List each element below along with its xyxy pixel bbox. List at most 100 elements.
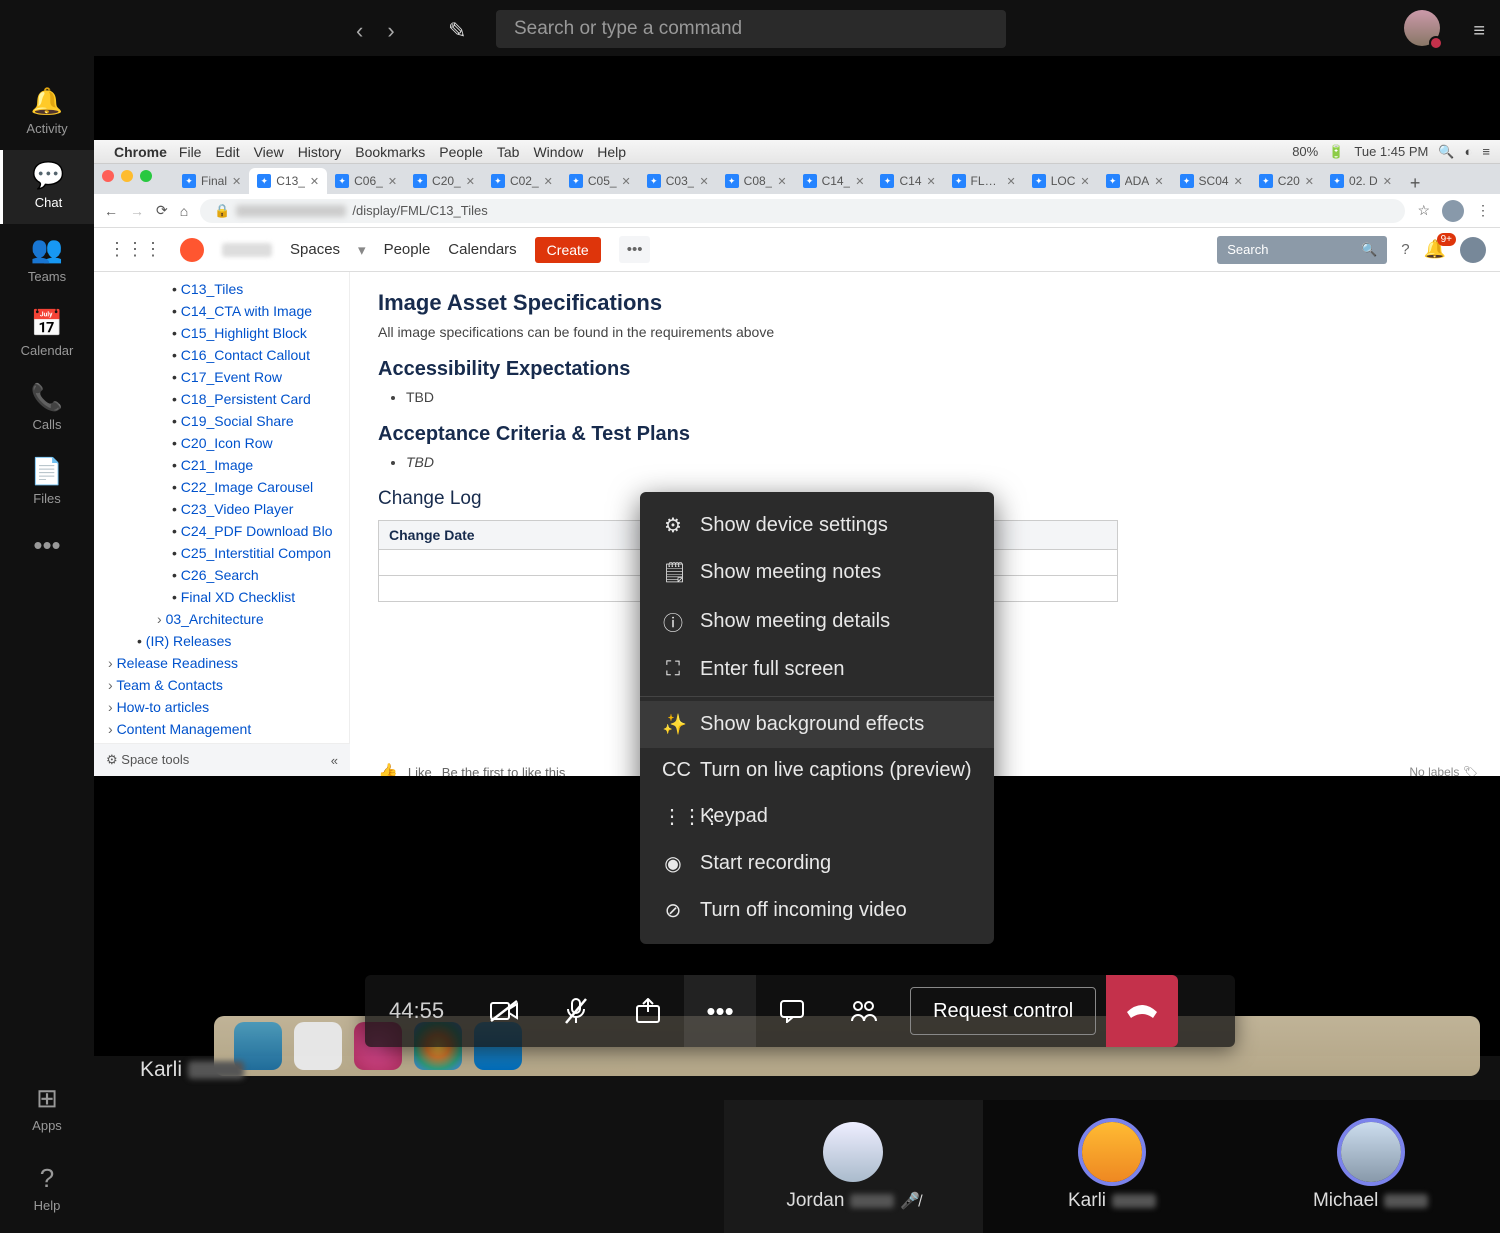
rail-apps[interactable]: ⊞Apps — [0, 1073, 94, 1153]
close-tab-icon[interactable]: ✕ — [1383, 175, 1392, 188]
siri-icon[interactable]: ◐ — [1465, 144, 1473, 159]
forward-button[interactable]: › — [387, 18, 394, 44]
chrome-forward[interactable]: → — [130, 203, 144, 219]
rail-chat[interactable]: 💬Chat — [0, 150, 94, 224]
tree-page[interactable]: C25_Interstitial Compon — [102, 542, 341, 564]
address-bar[interactable]: 🔒 /display/FML/C13_Tiles — [200, 199, 1405, 223]
tree-section[interactable]: Content Management — [102, 718, 341, 740]
close-tab-icon[interactable]: ✕ — [310, 175, 319, 188]
nav-people[interactable]: People — [384, 241, 431, 258]
conf-avatar[interactable] — [1460, 237, 1486, 263]
browser-tab[interactable]: ✦02. D✕ — [1322, 168, 1400, 194]
rail-help[interactable]: ?Help — [0, 1153, 94, 1233]
menu-icon[interactable]: ≡ — [1473, 20, 1485, 43]
menu-item[interactable]: 🗒Show meeting notes — [640, 549, 994, 596]
more-actions-button[interactable]: ••• — [684, 975, 756, 1047]
tree-section[interactable]: Team & Contacts — [102, 674, 341, 696]
close-tab-icon[interactable]: ✕ — [388, 175, 397, 188]
browser-tab[interactable]: ✦C20_✕ — [405, 168, 483, 194]
participant-tile[interactable]: Michael — [1241, 1100, 1500, 1233]
browser-tab[interactable]: ✦Final✕ — [174, 168, 249, 194]
camera-toggle[interactable] — [468, 975, 540, 1047]
close-tab-icon[interactable]: ✕ — [1080, 175, 1089, 188]
menu-item[interactable]: ⓘShow meeting details — [640, 596, 994, 647]
browser-tab[interactable]: ✦FLAG✕ — [944, 168, 1024, 194]
browser-tab[interactable]: ✦SC04✕ — [1172, 168, 1251, 194]
tree-page[interactable]: C16_Contact Callout — [102, 344, 341, 366]
notif-badge[interactable]: 🔔9+ — [1424, 239, 1446, 260]
chrome-reload[interactable]: ⟳ — [156, 202, 168, 219]
menu-help[interactable]: Help — [597, 144, 626, 160]
app-switcher-icon[interactable]: ⋮⋮⋮ — [108, 239, 162, 260]
rail-activity[interactable]: 🔔Activity — [0, 76, 94, 150]
close-tab-icon[interactable]: ✕ — [1154, 175, 1163, 188]
space-tools[interactable]: ⚙ Space tools « — [94, 743, 350, 776]
share-button[interactable] — [612, 975, 684, 1047]
participant-tile[interactable]: Jordan🎤̸ — [724, 1100, 983, 1233]
menu-item[interactable]: ◉Start recording — [640, 840, 994, 887]
rail-teams[interactable]: 👥Teams — [0, 224, 94, 298]
browser-tab[interactable]: ✦C06_✕ — [327, 168, 405, 194]
close-tab-icon[interactable]: ✕ — [1007, 175, 1016, 188]
chrome-window-controls[interactable] — [102, 170, 152, 182]
close-tab-icon[interactable]: ✕ — [855, 175, 864, 188]
tree-arch[interactable]: 03_Architecture — [102, 608, 341, 630]
tree-page[interactable]: C20_Icon Row — [102, 432, 341, 454]
menu-bookmarks[interactable]: Bookmarks — [355, 144, 425, 160]
menu-view[interactable]: View — [254, 144, 284, 160]
tree-page[interactable]: C15_Highlight Block — [102, 322, 341, 344]
space-logo[interactable] — [180, 238, 204, 262]
browser-tab[interactable]: ✦C13_✕ — [249, 168, 327, 194]
tree-page[interactable]: C23_Video Player — [102, 498, 341, 520]
menu-item[interactable]: ⛶Enter full screen — [640, 647, 994, 692]
menu-item[interactable]: ⊘Turn off incoming video — [640, 887, 994, 934]
tree-page[interactable]: C21_Image — [102, 454, 341, 476]
rail-more[interactable]: ••• — [0, 520, 94, 579]
tree-page[interactable]: C26_Search — [102, 564, 341, 586]
browser-tab[interactable]: ✦LOC✕ — [1024, 168, 1098, 194]
tree-page[interactable]: C13_Tiles — [102, 278, 341, 300]
nav-spaces[interactable]: Spaces — [290, 241, 340, 258]
participants-button[interactable] — [828, 975, 900, 1047]
close-tab-icon[interactable]: ✕ — [544, 175, 553, 188]
page-tree[interactable]: C13_TilesC14_CTA with ImageC15_Highlight… — [94, 272, 350, 776]
like-button[interactable]: Like — [408, 765, 432, 777]
browser-tab[interactable]: ✦C02_✕ — [483, 168, 561, 194]
menu-item[interactable]: ⋮⋮⋮Keypad — [640, 793, 994, 840]
tree-page[interactable]: C24_PDF Download Blo — [102, 520, 341, 542]
new-tab-button[interactable]: + — [1400, 173, 1431, 194]
create-more[interactable]: ••• — [619, 236, 651, 263]
spotlight-icon[interactable]: 🔍 — [1438, 144, 1454, 160]
rail-calendar[interactable]: 📅Calendar — [0, 298, 94, 372]
hangup-button[interactable] — [1106, 975, 1178, 1047]
menu-tab[interactable]: Tab — [497, 144, 520, 160]
back-button[interactable]: ‹ — [356, 18, 363, 44]
menu-window[interactable]: Window — [533, 144, 583, 160]
request-control-button[interactable]: Request control — [910, 987, 1096, 1035]
rail-files[interactable]: 📄Files — [0, 446, 94, 520]
tree-page[interactable]: C19_Social Share — [102, 410, 341, 432]
browser-tab[interactable]: ✦ADA✕ — [1098, 168, 1172, 194]
chrome-back[interactable]: ← — [104, 203, 118, 219]
menu-history[interactable]: History — [298, 144, 342, 160]
tree-section[interactable]: Release Readiness — [102, 652, 341, 674]
close-tab-icon[interactable]: ✕ — [622, 175, 631, 188]
close-tab-icon[interactable]: ✕ — [927, 175, 936, 188]
menu-item[interactable]: ✨Show background effects — [640, 701, 994, 748]
close-tab-icon[interactable]: ✕ — [232, 175, 241, 188]
chrome-home[interactable]: ⌂ — [180, 203, 188, 219]
collapse-sidebar-icon[interactable]: « — [331, 753, 338, 768]
chrome-menu[interactable]: ⋮ — [1476, 202, 1490, 219]
browser-tab[interactable]: ✦C14_✕ — [795, 168, 873, 194]
menu-item[interactable]: CCTurn on live captions (preview) — [640, 748, 994, 793]
compose-icon[interactable]: ✎ — [448, 18, 466, 44]
thumb-icon[interactable]: 👍 — [378, 762, 398, 776]
help-icon[interactable]: ? — [1401, 241, 1409, 258]
confluence-search[interactable]: Search 🔍 — [1217, 236, 1387, 264]
nav-calendars[interactable]: Calendars — [448, 241, 516, 258]
tree-page[interactable]: Final XD Checklist — [102, 586, 341, 608]
browser-tab[interactable]: ✦C05_✕ — [561, 168, 639, 194]
tree-page[interactable]: C22_Image Carousel — [102, 476, 341, 498]
tree-page[interactable]: C14_CTA with Image — [102, 300, 341, 322]
tree-section[interactable]: How-to articles — [102, 696, 341, 718]
